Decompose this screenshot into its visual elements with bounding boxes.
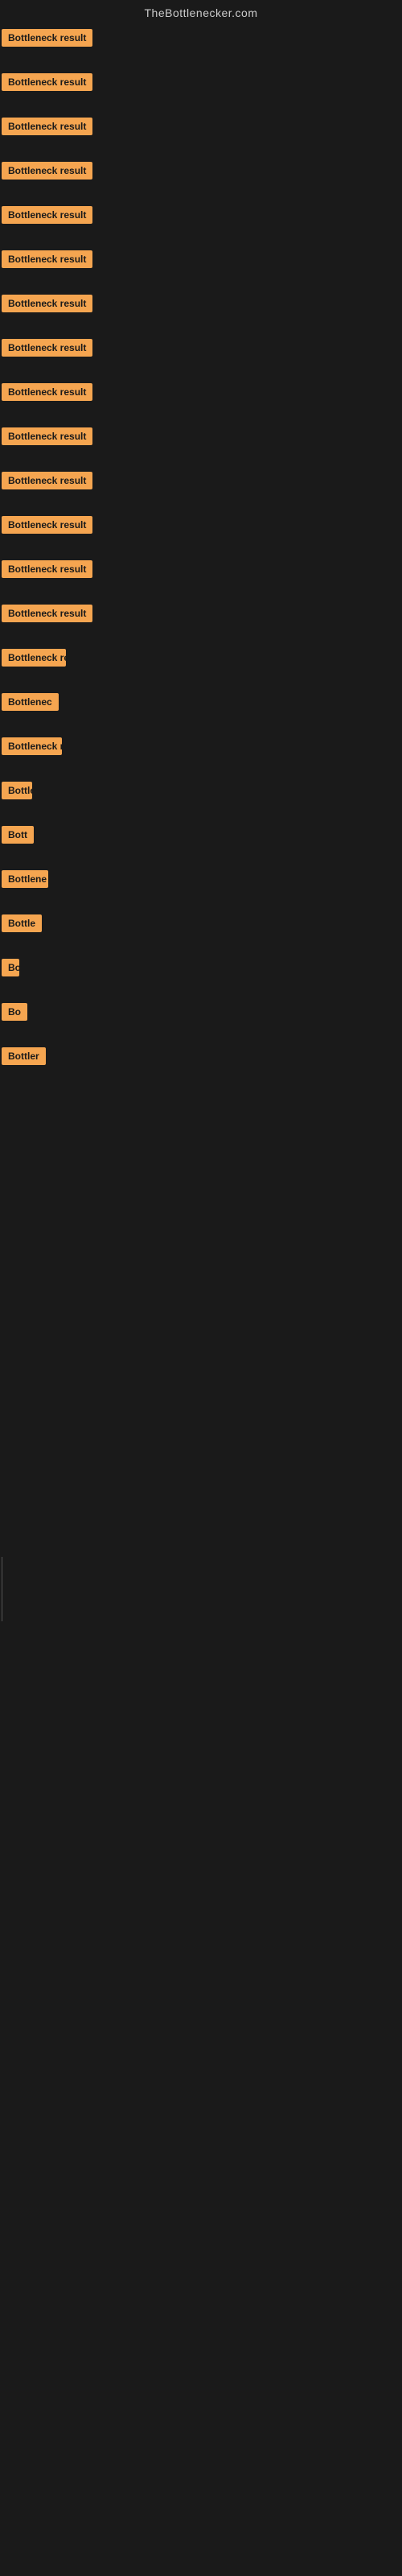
- list-item[interactable]: Bottleneck result: [0, 70, 402, 98]
- list-item[interactable]: Bottlene: [0, 867, 402, 895]
- bottleneck-list: Bottleneck result Bottleneck result Bott…: [0, 23, 402, 1072]
- bottleneck-badge[interactable]: Bottleneck result: [2, 516, 92, 534]
- bottleneck-badge[interactable]: Bottleneck result: [2, 250, 92, 268]
- list-item[interactable]: Bottlenec: [0, 956, 402, 984]
- bottleneck-badge[interactable]: Bottleneck result: [2, 339, 92, 357]
- list-item[interactable]: Bottleneck result: [0, 114, 402, 142]
- list-item[interactable]: Bottleneck result: [0, 203, 402, 231]
- bottleneck-badge[interactable]: Bottleneck re: [2, 649, 66, 667]
- bottleneck-badge[interactable]: Bottler: [2, 1047, 46, 1065]
- bottleneck-badge[interactable]: Bottleneck result: [2, 383, 92, 401]
- list-item[interactable]: Bottleneck result: [0, 291, 402, 320]
- bottleneck-badge[interactable]: Bottleneck result: [2, 162, 92, 180]
- bottleneck-badge[interactable]: Bo: [2, 1003, 27, 1021]
- bottom-area: [0, 1074, 402, 1718]
- bottleneck-badge[interactable]: Bottleneck result: [2, 206, 92, 224]
- bottleneck-badge[interactable]: Bott: [2, 826, 34, 844]
- list-item[interactable]: Bottlen: [0, 778, 402, 807]
- list-item[interactable]: Bo: [0, 1000, 402, 1028]
- site-title-bar: TheBottlenecker.com: [0, 0, 402, 23]
- bottleneck-badge[interactable]: Bottlenec: [2, 693, 59, 711]
- list-item[interactable]: Bottler: [0, 1044, 402, 1072]
- bottleneck-badge[interactable]: Bottleneck result: [2, 73, 92, 91]
- bottleneck-badge[interactable]: Bottlen: [2, 782, 32, 799]
- list-item[interactable]: Bottleneck result: [0, 513, 402, 541]
- bottleneck-badge[interactable]: Bottlene: [2, 870, 48, 888]
- bottleneck-badge[interactable]: Bottleneck result: [2, 29, 92, 47]
- list-item[interactable]: Bott: [0, 823, 402, 851]
- list-item[interactable]: Bottleneck result: [0, 247, 402, 275]
- bottleneck-badge[interactable]: Bottleneck result: [2, 472, 92, 489]
- list-item[interactable]: Bottleneck result: [0, 380, 402, 408]
- bottleneck-badge[interactable]: Bottleneck result: [2, 605, 92, 622]
- list-item[interactable]: Bottleneck result: [0, 159, 402, 187]
- bottleneck-badge[interactable]: Bottlenec: [2, 959, 19, 976]
- bottleneck-badge[interactable]: Bottleneck result: [2, 118, 92, 135]
- list-item[interactable]: Bottleneck result: [0, 469, 402, 497]
- bottleneck-badge[interactable]: Bottle: [2, 914, 42, 932]
- list-item[interactable]: Bottleneck re: [0, 646, 402, 674]
- list-item[interactable]: Bottleneck result: [0, 26, 402, 54]
- bottleneck-badge[interactable]: Bottleneck r: [2, 737, 62, 755]
- list-item[interactable]: Bottlenec: [0, 690, 402, 718]
- site-title: TheBottlenecker.com: [0, 0, 402, 23]
- bottleneck-badge[interactable]: Bottleneck result: [2, 295, 92, 312]
- list-item[interactable]: Bottleneck result: [0, 557, 402, 585]
- list-item[interactable]: Bottleneck result: [0, 424, 402, 452]
- list-item[interactable]: Bottleneck result: [0, 601, 402, 630]
- list-item[interactable]: Bottle: [0, 911, 402, 939]
- bottleneck-badge[interactable]: Bottleneck result: [2, 560, 92, 578]
- list-item[interactable]: Bottleneck r: [0, 734, 402, 762]
- list-item[interactable]: Bottleneck result: [0, 336, 402, 364]
- bottleneck-badge[interactable]: Bottleneck result: [2, 427, 92, 445]
